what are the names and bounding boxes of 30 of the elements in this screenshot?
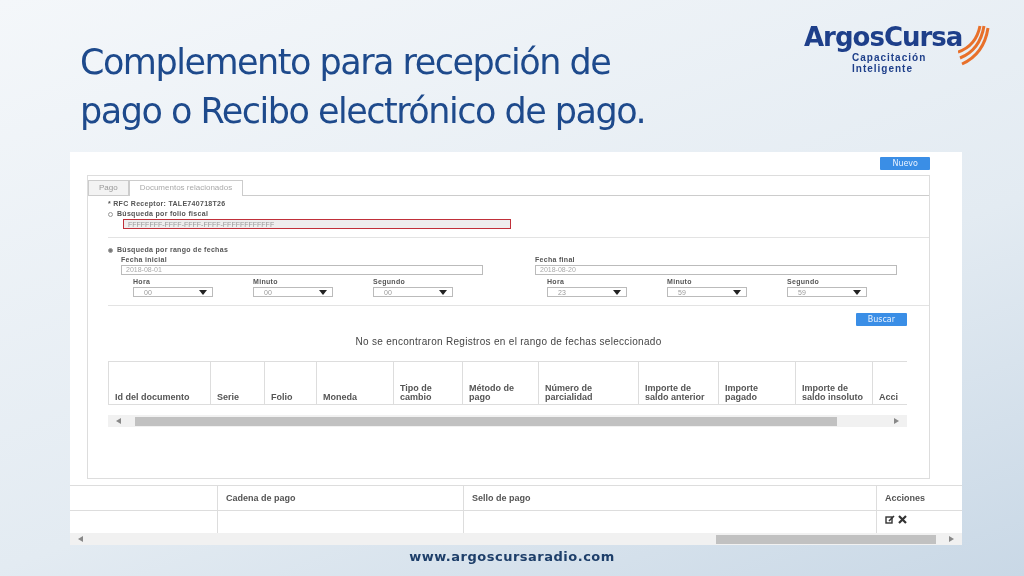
logo-tagline: Inteligente [852,63,913,74]
logo-wordmark: ArgosCursa [804,22,963,52]
column-header: Importe de saldo insoluto [796,362,873,404]
column-header: Serie [211,362,265,404]
column-header: Id del documento [109,362,211,404]
column-header: Importe de saldo anterior [639,362,719,404]
tab[interactable]: Documentos relacionados [128,180,244,196]
column-header: Acciones [884,492,927,505]
column-header: Sello de pago [464,486,877,510]
slide-title: Complemento para recepción de [80,41,612,84]
new-button[interactable]: Nuevo [880,157,930,170]
slide-title: pago o Recibo electrónico de pago. [80,90,646,133]
website-url: www.argoscursaradio.com [408,549,616,564]
search-button[interactable]: Buscar [855,313,907,326]
column-header: Acci [873,362,907,404]
column-header: Número de parcialidad [539,362,639,404]
edit-icon[interactable] [885,515,895,524]
radio-button[interactable] [108,247,113,253]
column-header: Folio [265,362,317,404]
column-header: Cadena de pago [218,486,464,510]
column-header: Moneda [317,362,394,404]
logo-tagline: Capacitación [852,52,927,63]
column-header: Método de pago [463,362,539,404]
column-header: Tipo de cambio [394,362,463,404]
horizontal-scrollbar[interactable] [70,533,962,545]
no-results-message: No se encontraron Registros en el rango de fechas seleccionado [354,336,663,347]
tab[interactable]: Pago [88,180,129,195]
column-header: Importe pagado [719,362,796,404]
horizontal-scrollbar[interactable] [108,415,907,427]
delete-icon[interactable] [898,515,907,524]
